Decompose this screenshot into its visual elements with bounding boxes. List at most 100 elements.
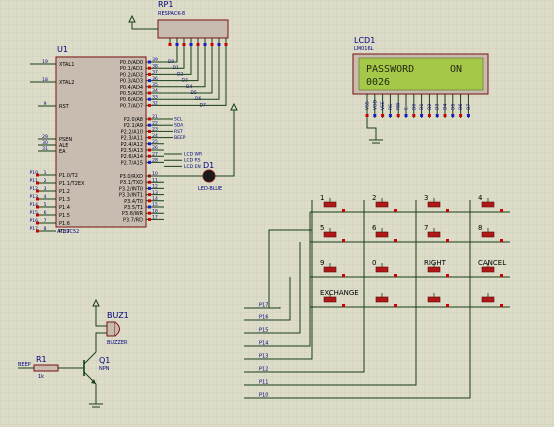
lcd1-pin-label: VSS bbox=[365, 101, 371, 110]
u1-p1-net-label: P14 bbox=[30, 202, 39, 208]
u1-right-pin-num: 39 bbox=[152, 57, 158, 63]
u1-p2-net-label: BEEP bbox=[174, 135, 186, 141]
u1-pin-state bbox=[148, 186, 151, 190]
keypad-button[interactable] bbox=[481, 201, 495, 208]
u1-left-pin-name: RST bbox=[59, 104, 70, 110]
d1-led-body bbox=[202, 169, 216, 183]
lcd1-pin-label: D2 bbox=[427, 104, 433, 110]
keypad-button[interactable] bbox=[323, 296, 337, 303]
u1-pin-state bbox=[148, 148, 151, 152]
lcd1-pin-state bbox=[451, 114, 455, 117]
keypad-pin-state bbox=[394, 239, 397, 242]
keypad-button[interactable] bbox=[375, 231, 389, 238]
keypad-button[interactable] bbox=[481, 296, 495, 303]
u1-left-pin-num: 2 bbox=[44, 178, 47, 184]
keypad-button[interactable] bbox=[323, 231, 337, 238]
keypad-button[interactable] bbox=[323, 201, 337, 208]
schematic-canvas: RP1 RESPACK-8 U1 AT89C52 19 XTAL118 XTAL29… bbox=[0, 0, 554, 427]
lcd1-pin-state bbox=[420, 114, 424, 117]
u1-right-pin-num: 25 bbox=[152, 139, 158, 145]
buz1-part: BUZZER bbox=[107, 340, 128, 346]
keypad-key-label: 1 bbox=[320, 194, 324, 202]
rp1-pin-state bbox=[196, 43, 200, 46]
keypad-key-label: 3 bbox=[424, 194, 428, 202]
keypad-button[interactable] bbox=[427, 231, 441, 238]
u1-p1-net-label: P17 bbox=[30, 226, 39, 232]
u1-left-pin-name: P1.4 bbox=[59, 205, 70, 211]
keypad-pin-state bbox=[446, 239, 449, 242]
keypad-button[interactable] bbox=[427, 296, 441, 303]
u1-pin-state bbox=[148, 123, 151, 127]
r1-input-net: BEEP bbox=[18, 362, 31, 368]
keypad-button[interactable] bbox=[375, 201, 389, 208]
u1-right-pin-num: 32 bbox=[152, 101, 158, 107]
u1-left-pin-num: 9 bbox=[44, 101, 47, 107]
u1-pin-state bbox=[148, 211, 151, 215]
u1-left-pin-name: XTAL1 bbox=[59, 62, 74, 68]
u1-p1-net-label: P16 bbox=[30, 218, 39, 224]
u1-right-pin-name: P0.7/AD7 bbox=[120, 103, 143, 109]
u1-right-pin-num: 35 bbox=[152, 82, 158, 88]
u1-left-pin-num: 5 bbox=[44, 202, 47, 208]
u1-pin-state bbox=[148, 60, 151, 64]
u1-p2-net-label: RST bbox=[174, 129, 183, 135]
u1-right-pin-name: P2.0/A8 bbox=[124, 117, 143, 123]
lcd1-pin-label: D5 bbox=[450, 104, 456, 110]
rp1-pin-state bbox=[224, 43, 228, 46]
keypad-pin-state bbox=[446, 209, 449, 212]
u1-left-pin-num: 8 bbox=[44, 226, 47, 232]
u1-left-pin-name: P1.3 bbox=[59, 197, 70, 203]
keypad-pin-state bbox=[342, 274, 345, 277]
u1-left-pin-num: 4 bbox=[44, 194, 47, 200]
keypad-key-label: 6 bbox=[372, 224, 377, 232]
u1-left-pin-num: 18 bbox=[42, 77, 48, 83]
lcd1-pin-label: D4 bbox=[443, 104, 449, 110]
keypad-key-label: 4 bbox=[478, 194, 483, 202]
keypad-button[interactable] bbox=[481, 231, 495, 238]
u1-pin-state bbox=[148, 66, 151, 70]
keypad-pin-state bbox=[500, 274, 503, 277]
keypad-button[interactable] bbox=[375, 296, 389, 303]
keypad-button[interactable] bbox=[427, 201, 441, 208]
lcd1-pin-state bbox=[427, 114, 431, 117]
u1-p2-net-label: SCL bbox=[174, 117, 183, 123]
u1-right-pin-name: P3.4/T0 bbox=[124, 199, 143, 205]
lcd1-pin-state bbox=[435, 114, 439, 117]
rp1-pin-state bbox=[189, 43, 193, 46]
keypad-button[interactable] bbox=[427, 266, 441, 273]
u1-left-pin-name: P1.2 bbox=[59, 189, 70, 195]
rp1-pin-state bbox=[210, 43, 214, 46]
u1-right-pin-name: P0.5/AD5 bbox=[120, 91, 143, 97]
u1-right-pin-name: P2.7/A15 bbox=[121, 160, 143, 166]
u1-pin-state bbox=[148, 136, 151, 140]
lcd1-pin-state bbox=[381, 114, 385, 117]
keypad-button[interactable] bbox=[481, 266, 495, 273]
lcd1-pin-state bbox=[388, 114, 392, 117]
u1-pin-state bbox=[148, 154, 151, 158]
rp1-body bbox=[157, 19, 229, 39]
keypad-key-label: 5 bbox=[320, 224, 324, 232]
u1-right-pin-name: P0.0/AD0 bbox=[120, 60, 143, 66]
lcd1-pin-state bbox=[466, 114, 470, 117]
lcd1-pin-label: VDD bbox=[372, 99, 378, 110]
lcd1-pin-state bbox=[404, 114, 408, 117]
u1-pin-state bbox=[148, 103, 151, 107]
lcd1-pin-label: D1 bbox=[419, 104, 425, 110]
u1-right-pin-num: 38 bbox=[152, 63, 158, 69]
u1-left-pin-num: 31 bbox=[42, 146, 48, 152]
u1-left-pin-num: 7 bbox=[44, 218, 47, 224]
rp1-ref: RP1 bbox=[158, 0, 173, 9]
keypad-key-label: 9 bbox=[320, 259, 324, 267]
u1-right-pin-name: P3.3/INT1 bbox=[119, 193, 143, 199]
u1-left-pin-num: 19 bbox=[42, 59, 48, 65]
lcd1-line1-right: ON bbox=[450, 64, 462, 75]
lcd1-pin-state bbox=[373, 114, 377, 117]
keypad-button[interactable] bbox=[375, 266, 389, 273]
u1-right-pin-num: 21 bbox=[152, 114, 158, 120]
keypad-key-label: 7 bbox=[424, 224, 428, 232]
lcd1-pin-label: D7 bbox=[466, 104, 472, 110]
u1-left-pin-name: EA bbox=[59, 149, 66, 155]
keypad-button[interactable] bbox=[323, 266, 337, 273]
u1-right-pin-name: P0.3/AD3 bbox=[120, 79, 143, 85]
lcd1-pin-state bbox=[396, 114, 400, 117]
